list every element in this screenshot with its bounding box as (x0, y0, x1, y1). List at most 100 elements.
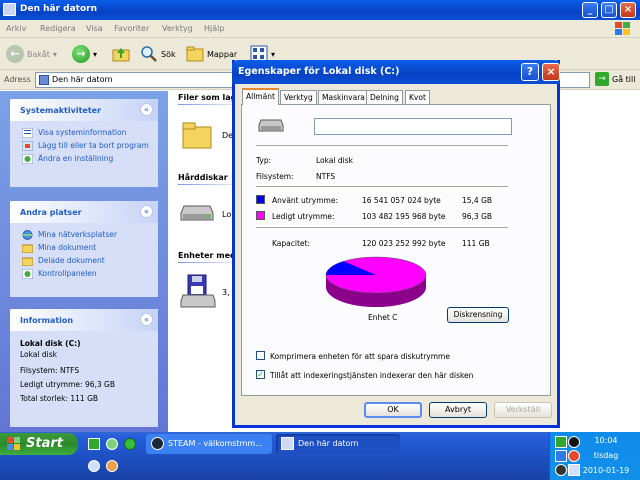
task-pane: Systemaktiviteter « Visa systeminformati… (0, 91, 168, 432)
start-button[interactable]: Start (0, 433, 78, 455)
windows-logo-icon (7, 437, 20, 450)
compress-checkbox[interactable] (256, 351, 265, 360)
up-folder-button[interactable] (112, 44, 130, 64)
folder-up-icon (112, 48, 130, 62)
task-steam[interactable]: STEAM - välkomstmm... (146, 434, 272, 454)
quicklaunch-app-icon[interactable] (88, 438, 100, 450)
cancel-button[interactable]: Avbryt (429, 402, 487, 418)
task-my-computer[interactable]: Den här datorn (276, 434, 400, 454)
info-name: Lokal disk (C:) (20, 339, 81, 348)
clock-day: tisdag (593, 451, 619, 460)
quicklaunch-settings-icon[interactable] (88, 460, 100, 472)
collapse-icon[interactable]: « (140, 313, 153, 326)
explorer-titlebar[interactable]: Den här datorn _ □ × (0, 0, 640, 20)
info-free-space: Ledigt utrymme: 96,3 GB (20, 380, 115, 389)
chevron-down-icon: ▾ (93, 49, 98, 59)
separator (256, 186, 508, 187)
close-button[interactable]: × (620, 2, 636, 18)
link-shared-documents[interactable]: Delade dokument (10, 254, 158, 267)
tab-quota[interactable]: Kvot (405, 90, 430, 104)
menu-verktyg[interactable]: Verktyg (162, 24, 193, 33)
tray-misc-icon[interactable] (555, 464, 567, 476)
folder-icon (22, 244, 33, 253)
disk-cleanup-button[interactable]: Diskrensning (447, 307, 509, 323)
tab-sharing[interactable]: Delning (366, 90, 403, 104)
system-tray: 10:04 tisdag 2010-01-19 (549, 432, 640, 480)
search-button[interactable]: Sök (140, 44, 176, 64)
information-header[interactable]: Information « (10, 309, 158, 331)
address-label: Adress (4, 75, 31, 84)
ok-button[interactable]: OK (364, 402, 422, 418)
group-removable-header: Enheter med (178, 251, 236, 260)
forward-arrow-icon: → (72, 45, 90, 63)
floppy-drive-icon[interactable] (180, 274, 216, 310)
chevron-down-icon: ▾ (52, 49, 57, 59)
shared-folder-icon[interactable] (182, 121, 212, 149)
dialog-close-button[interactable]: × (542, 63, 560, 81)
group-drives-header: Hårddiskar (178, 173, 228, 182)
tray-app-icon[interactable] (555, 436, 567, 448)
link-my-documents[interactable]: Mina dokument (10, 241, 158, 254)
windows-logo-icon (615, 22, 630, 35)
other-places-panel: Andra platser « Mina nätverksplatser Min… (10, 201, 158, 297)
computer-icon (281, 437, 294, 450)
index-checkbox[interactable]: ✓ (256, 370, 265, 379)
menu-arkiv[interactable]: Arkiv (6, 24, 26, 33)
filesystem-label: Filsystem: (256, 172, 294, 181)
quicklaunch-misc-icon[interactable] (106, 460, 118, 472)
dialog-titlebar[interactable]: Egenskaper för Lokal disk (C:) ? × (232, 60, 560, 84)
go-button[interactable]: → Gå till (595, 72, 635, 86)
type-label: Typ: (256, 156, 272, 165)
tab-hardware[interactable]: Maskinvara (318, 90, 369, 104)
index-label[interactable]: Tillåt att indexeringstjänsten indexerar… (270, 371, 473, 380)
drive-name-input[interactable] (314, 118, 512, 135)
used-space-swatch (256, 195, 265, 204)
menubar: Arkiv Redigera Visa Favoriter Verktyg Hj… (0, 20, 640, 38)
free-space-gb: 96,3 GB (462, 212, 493, 221)
free-space-swatch (256, 211, 265, 220)
help-button[interactable]: ? (521, 63, 539, 81)
used-space-bytes: 16 541 057 024 byte (362, 196, 441, 205)
folders-button[interactable]: Mappar (186, 44, 237, 64)
quicklaunch-media-icon[interactable] (124, 438, 136, 450)
system-tasks-header[interactable]: Systemaktiviteter « (10, 99, 158, 121)
link-system-info[interactable]: Visa systeminformation (10, 126, 158, 139)
minimize-button[interactable]: _ (582, 2, 598, 18)
clock-time[interactable]: 10:04 (576, 436, 636, 445)
back-button[interactable]: ← Bakåt ▾ (6, 44, 57, 64)
other-places-header[interactable]: Andra platser « (10, 201, 158, 223)
collapse-icon[interactable]: « (140, 103, 153, 116)
quicklaunch-browser-icon[interactable] (106, 438, 118, 450)
drive-label[interactable]: Lo (222, 210, 231, 219)
search-icon (141, 46, 157, 62)
chevron-down-icon: ▾ (271, 49, 276, 59)
drive-letter-label: Enhet C (368, 313, 398, 322)
compress-label[interactable]: Komprimera enheten för att spara diskutr… (270, 352, 450, 361)
control-panel-icon (22, 154, 33, 164)
apply-button[interactable]: Verkställ (494, 402, 552, 418)
hard-drive-icon[interactable] (180, 203, 214, 223)
forward-button[interactable]: → ▾ (72, 44, 97, 64)
computer-icon (39, 75, 49, 85)
separator (256, 227, 508, 228)
menu-visa[interactable]: Visa (86, 24, 103, 33)
tray-network-icon[interactable] (555, 450, 567, 462)
free-space-label: Ledigt utrymme: (272, 212, 335, 221)
maximize-button[interactable]: □ (601, 2, 617, 18)
taskbar: Start STEAM - välkomstmm... Den här dato… (0, 432, 640, 480)
link-network-places[interactable]: Mina nätverksplatser (10, 228, 158, 241)
link-change-setting[interactable]: Ändra en inställning (10, 152, 158, 165)
menu-redigera[interactable]: Redigera (40, 24, 76, 33)
control-panel-icon (22, 269, 33, 279)
clock-date: 2010-01-19 (582, 466, 630, 475)
information-panel: Information « Lokal disk (C:) Lokal disk… (10, 309, 158, 427)
menu-favoriter[interactable]: Favoriter (114, 24, 149, 33)
link-add-remove-programs[interactable]: Lägg till eller ta bort program (10, 139, 158, 152)
free-space-bytes: 103 482 195 968 byte (362, 212, 446, 221)
collapse-icon[interactable]: « (140, 205, 153, 218)
link-control-panel[interactable]: Kontrollpanelen (10, 267, 158, 280)
menu-hjalp[interactable]: Hjälp (204, 24, 224, 33)
tab-general[interactable]: Allmänt (242, 88, 279, 105)
tab-tools[interactable]: Verktyg (280, 90, 317, 104)
floppy-label[interactable]: 3, (222, 288, 230, 297)
